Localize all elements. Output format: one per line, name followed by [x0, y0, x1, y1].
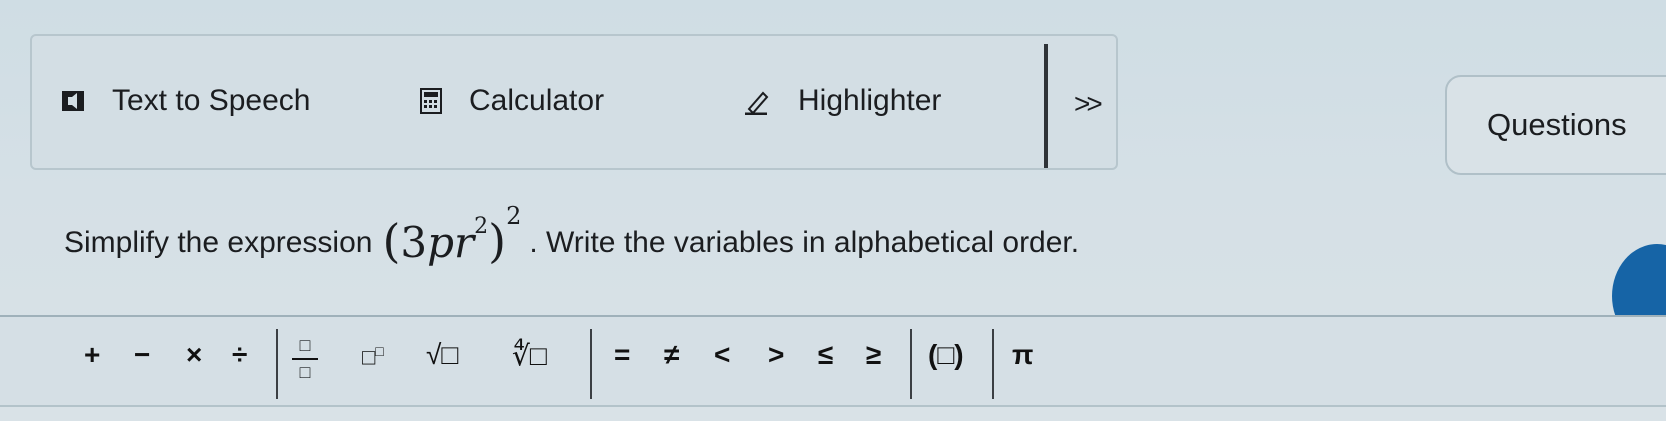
variable-r: r — [454, 218, 475, 267]
less-or-equal-key[interactable]: ≤ — [818, 339, 833, 371]
exponent-base: □ — [362, 344, 376, 370]
outer-exponent: 2 — [506, 202, 522, 230]
toolbar-divider — [1044, 44, 1048, 168]
variable-p: p — [427, 218, 455, 267]
times-key[interactable]: × — [186, 339, 202, 371]
question-prefix: Simplify the expression — [64, 225, 373, 259]
key-separator — [590, 329, 592, 399]
key-separator — [910, 329, 912, 399]
pi-key[interactable]: π — [1012, 339, 1033, 371]
open-paren: ( — [382, 214, 401, 268]
parentheses-key[interactable]: (□) — [928, 339, 964, 371]
highlighter-pen-icon — [745, 91, 769, 115]
highlighter-label: Highlighter — [798, 84, 942, 117]
square-root-key[interactable]: √□ — [426, 339, 458, 371]
greater-than-key[interactable]: > — [768, 339, 784, 371]
divide-key[interactable]: ÷ — [232, 339, 247, 371]
math-keyboard-toolbar: + − × ÷ □ □ □□ √□ ∜□ = ≠ < > ≤ ≥ (□) π — [0, 315, 1666, 407]
fraction-bar — [292, 358, 318, 360]
question-prompt: Simplify the expression ( 3 p r 2 ) 2 . … — [64, 202, 1080, 268]
equal-key[interactable]: = — [614, 339, 630, 371]
exponent-key[interactable]: □□ — [362, 343, 384, 370]
not-equal-key[interactable]: ≠ — [664, 339, 679, 371]
questions-label: Questions — [1487, 107, 1627, 142]
nth-root-key[interactable]: ∜□ — [512, 339, 547, 372]
speaker-icon — [62, 91, 84, 111]
key-separator — [992, 329, 994, 399]
text-to-speech-label: Text to Speech — [112, 84, 311, 117]
math-expression: ( 3 p r 2 ) 2 — [382, 202, 521, 268]
highlighter-button[interactable]: Highlighter — [740, 84, 941, 118]
plus-key[interactable]: + — [84, 339, 100, 371]
inner-exponent: 2 — [474, 214, 489, 239]
questions-button[interactable]: Questions — [1445, 75, 1666, 175]
exponent-power: □ — [375, 343, 384, 359]
calculator-label: Calculator — [469, 84, 605, 117]
tools-toolbar: Text to Speech Calculator Highlighter >> — [30, 34, 1118, 170]
fraction-numerator: □ — [299, 335, 311, 355]
text-to-speech-button[interactable]: Text to Speech — [60, 84, 310, 118]
close-paren: ) — [488, 214, 507, 268]
fraction-key[interactable]: □ □ — [292, 335, 318, 383]
less-than-key[interactable]: < — [714, 339, 730, 371]
more-tools-button[interactable]: >> — [1074, 88, 1103, 120]
key-separator — [276, 329, 278, 399]
question-suffix: . Write the variables in alphabetical or… — [529, 225, 1080, 259]
greater-or-equal-key[interactable]: ≥ — [866, 339, 881, 371]
minus-key[interactable]: − — [134, 339, 150, 371]
fraction-denominator: □ — [299, 362, 311, 382]
coefficient: 3 — [400, 218, 428, 267]
calculator-button[interactable]: Calculator — [417, 84, 604, 118]
calculator-icon — [420, 88, 442, 114]
